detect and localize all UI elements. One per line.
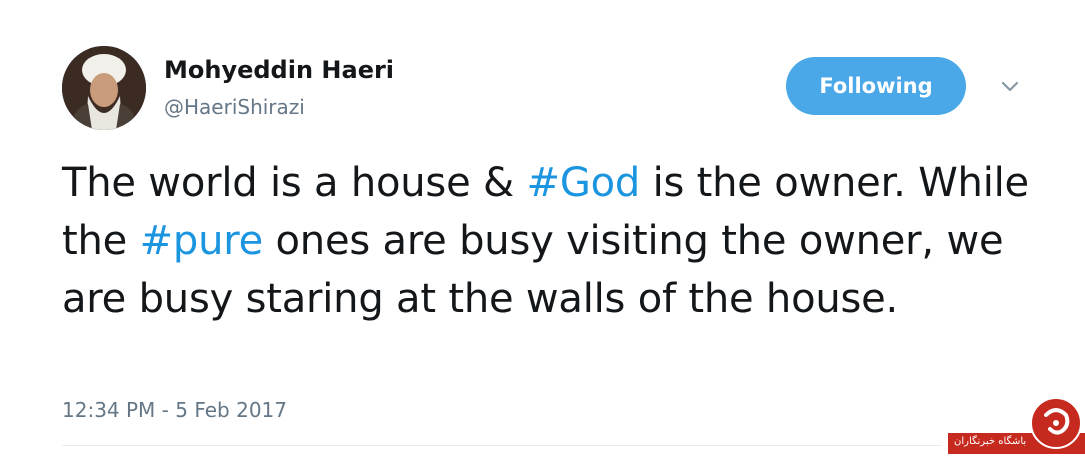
hashtag-link[interactable]: #God <box>527 160 641 206</box>
profile-photo-icon <box>62 46 146 130</box>
hashtag-link[interactable]: #pure <box>140 218 264 264</box>
avatar[interactable] <box>62 46 146 130</box>
watermark-logo: باشگاه خبرنگاران <box>948 397 1085 457</box>
divider <box>62 445 942 446</box>
watermark-emblem-icon <box>1030 397 1082 449</box>
tweet-text: The world is a house & #God is the owner… <box>62 154 1052 328</box>
user-handle[interactable]: @HaeriShirazi <box>164 95 305 119</box>
tweet-timestamp[interactable]: 12:34 PM - 5 Feb 2017 <box>62 398 287 422</box>
tweet-text-part: The world is a house & <box>62 160 527 206</box>
watermark-text: باشگاه خبرنگاران <box>954 436 1027 447</box>
tweet-card: Mohyeddin Haeri @HaeriShirazi Following … <box>0 0 1085 457</box>
following-button[interactable]: Following <box>786 57 966 115</box>
display-name[interactable]: Mohyeddin Haeri <box>164 56 394 84</box>
chevron-down-icon[interactable] <box>996 74 1024 98</box>
